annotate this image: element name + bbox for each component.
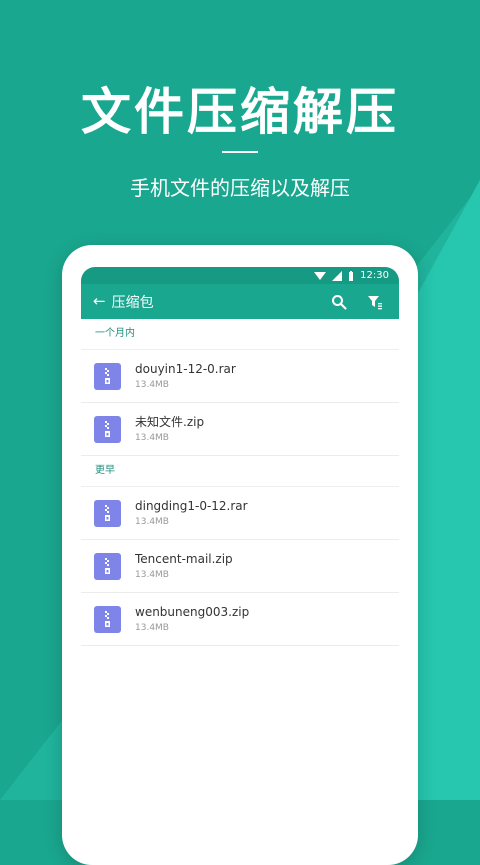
status-time: 12:30 [360,270,389,281]
arrow-left-icon[interactable]: ← [93,294,106,309]
file-size: 13.4MB [135,433,169,443]
status-bar: 12:30 [81,267,399,284]
zip-file-icon [94,415,121,443]
file-size: 13.4MB [135,380,169,390]
file-name: dingding1-0-12.rar [135,499,248,513]
section-header: 一个月内 [81,319,399,350]
zip-file-icon [94,499,121,527]
list-item[interactable]: dingding1-0-12.rar 13.4MB [81,487,399,540]
file-name: douyin1-12-0.rar [135,362,236,376]
file-name: 未知文件.zip [135,415,205,429]
file-name: Tencent-mail.zip [135,552,233,566]
filter-icon[interactable] [363,290,387,314]
list-item[interactable]: wenbuneng003.zip 13.4MB [81,593,399,646]
app-bar: ← 压缩包 [81,284,399,319]
zip-file-icon [94,605,121,633]
hero-title: 文件压缩解压 [81,82,399,141]
search-icon[interactable] [327,290,351,314]
phone-screen: 12:30 ← 压缩包 一个月内 douyin1-12-0.rar 13.4MB… [81,267,399,827]
file-size: 13.4MB [135,623,169,633]
signal-icon [332,270,343,281]
list-item[interactable]: 未知文件.zip 13.4MB [81,403,399,456]
zip-file-icon [94,362,121,390]
file-size: 13.4MB [135,570,169,580]
wifi-icon [314,271,327,280]
zip-file-icon [94,552,121,580]
app-title: 压缩包 [111,294,154,311]
battery-icon [349,270,354,281]
hero-subtitle: 手机文件的压缩以及解压 [130,176,350,200]
file-size: 13.4MB [135,517,169,527]
section-recent: 一个月内 douyin1-12-0.rar 13.4MB 未知文件.zip 13… [81,319,399,456]
list-item[interactable]: Tencent-mail.zip 13.4MB [81,540,399,593]
section-header: 更早 [81,456,399,487]
list-item[interactable]: douyin1-12-0.rar 13.4MB [81,350,399,403]
section-earlier: 更早 dingding1-0-12.rar 13.4MB Tencent-mai… [81,456,399,646]
file-name: wenbuneng003.zip [135,605,250,619]
hero-divider [222,151,258,153]
